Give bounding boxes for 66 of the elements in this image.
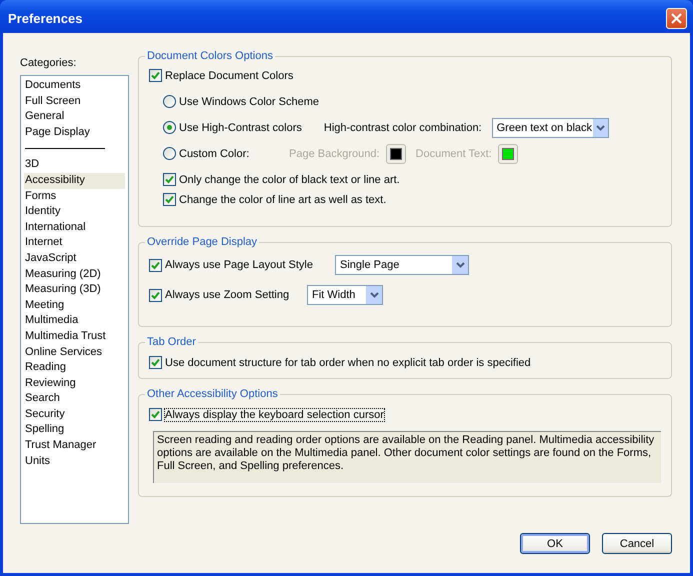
group-title: Override Page Display	[146, 236, 258, 248]
checkbox-label: Change the color of line art as well as text.	[179, 194, 386, 206]
category-item[interactable]: Reading	[24, 360, 125, 376]
checkbox[interactable]	[149, 288, 162, 302]
chevron-icon	[370, 292, 378, 298]
close-button[interactable]	[666, 8, 687, 28]
dropdown[interactable]: Single Page	[335, 255, 469, 275]
category-item[interactable]: International	[24, 220, 125, 236]
group-title: Tab Order	[146, 336, 197, 348]
checkbox-label: Always display the keyboard selection cursor	[165, 408, 384, 420]
group-title: Other Accessibility Options	[146, 388, 279, 400]
category-item[interactable]: Full Screen	[24, 94, 125, 110]
dialog-button[interactable]: OK	[520, 533, 590, 554]
radio-button[interactable]	[163, 121, 176, 134]
color-combination-dropdown[interactable]: Green text on black	[492, 118, 609, 138]
info-note: Screen reading and reading order options are available on the Reading panel. Multimedia accessibility options are available on the Multimedia panel. Other document color settings are found on the Forms, Full Screen, and Spelling preferences.	[153, 431, 661, 483]
color-swatch-button[interactable]	[386, 144, 406, 164]
categories-label: Categories:	[20, 57, 76, 69]
window-title: Preferences	[7, 10, 82, 26]
dialog-button[interactable]: Cancel	[602, 533, 672, 554]
checkbox[interactable]	[149, 356, 162, 369]
category-item[interactable]: Online Services	[24, 344, 125, 360]
category-item[interactable]: Security	[24, 406, 125, 422]
category-item[interactable]: Forms	[24, 188, 125, 204]
color-swatch-button[interactable]	[498, 144, 518, 164]
category-item[interactable]: Trust Manager	[24, 438, 125, 454]
checkbox[interactable]	[163, 193, 176, 206]
category-item[interactable]: Search	[24, 391, 125, 407]
checkbox-label: Replace Document Colors	[165, 70, 294, 82]
checkbox[interactable]	[149, 258, 162, 272]
category-item[interactable]: Identity	[24, 204, 125, 220]
close-icon	[671, 12, 682, 24]
category-item[interactable]: Multimedia Trust	[24, 328, 125, 344]
swatch-label: Page Background:	[289, 148, 380, 160]
checkbox-label: Only change the color of black text or line art.	[179, 174, 400, 186]
category-item[interactable]: JavaScript	[24, 250, 125, 267]
swatch-label: Document Text:	[416, 148, 492, 160]
radio-label: Custom Color:	[179, 148, 250, 160]
checkbox[interactable]	[149, 408, 162, 421]
category-item[interactable]: Units	[24, 454, 125, 470]
category-item[interactable]: Measuring (3D)	[24, 282, 125, 298]
checkbox-label: Use document structure for tab order when no explicit tab order is specified	[165, 356, 531, 368]
category-item[interactable]: Reviewing	[24, 376, 125, 392]
radio-label: Use High-Contrast colors	[179, 122, 302, 134]
category-item[interactable]: Accessibility	[24, 172, 125, 189]
chevron-icon	[456, 262, 464, 268]
checkbox-label: Always use Zoom Setting	[165, 289, 290, 301]
category-item[interactable]: Page Display	[24, 124, 125, 140]
category-item[interactable]: General	[24, 109, 125, 125]
radio-label: Use Windows Color Scheme	[179, 96, 319, 108]
checkbox[interactable]	[163, 173, 176, 186]
combo-label: High-contrast color combination:	[324, 122, 482, 134]
category-item[interactable]: Documents	[24, 78, 125, 94]
category-item[interactable]: Measuring (2D)	[24, 266, 125, 282]
radio-button[interactable]	[163, 147, 176, 160]
category-item[interactable]: Multimedia	[24, 313, 125, 329]
radio-button[interactable]	[163, 95, 176, 108]
checkbox-label: Always use Page Layout Style	[165, 259, 314, 271]
chevron-icon	[596, 124, 605, 130]
category-item[interactable]: Meeting	[24, 298, 125, 314]
category-item[interactable]: 3D	[24, 157, 125, 173]
dropdown[interactable]: Fit Width	[307, 285, 383, 305]
category-item[interactable]: Internet	[24, 235, 125, 251]
category-item[interactable]: Spelling	[24, 422, 125, 438]
checkbox[interactable]	[149, 69, 162, 82]
group-title: Document Colors Options	[146, 50, 274, 62]
